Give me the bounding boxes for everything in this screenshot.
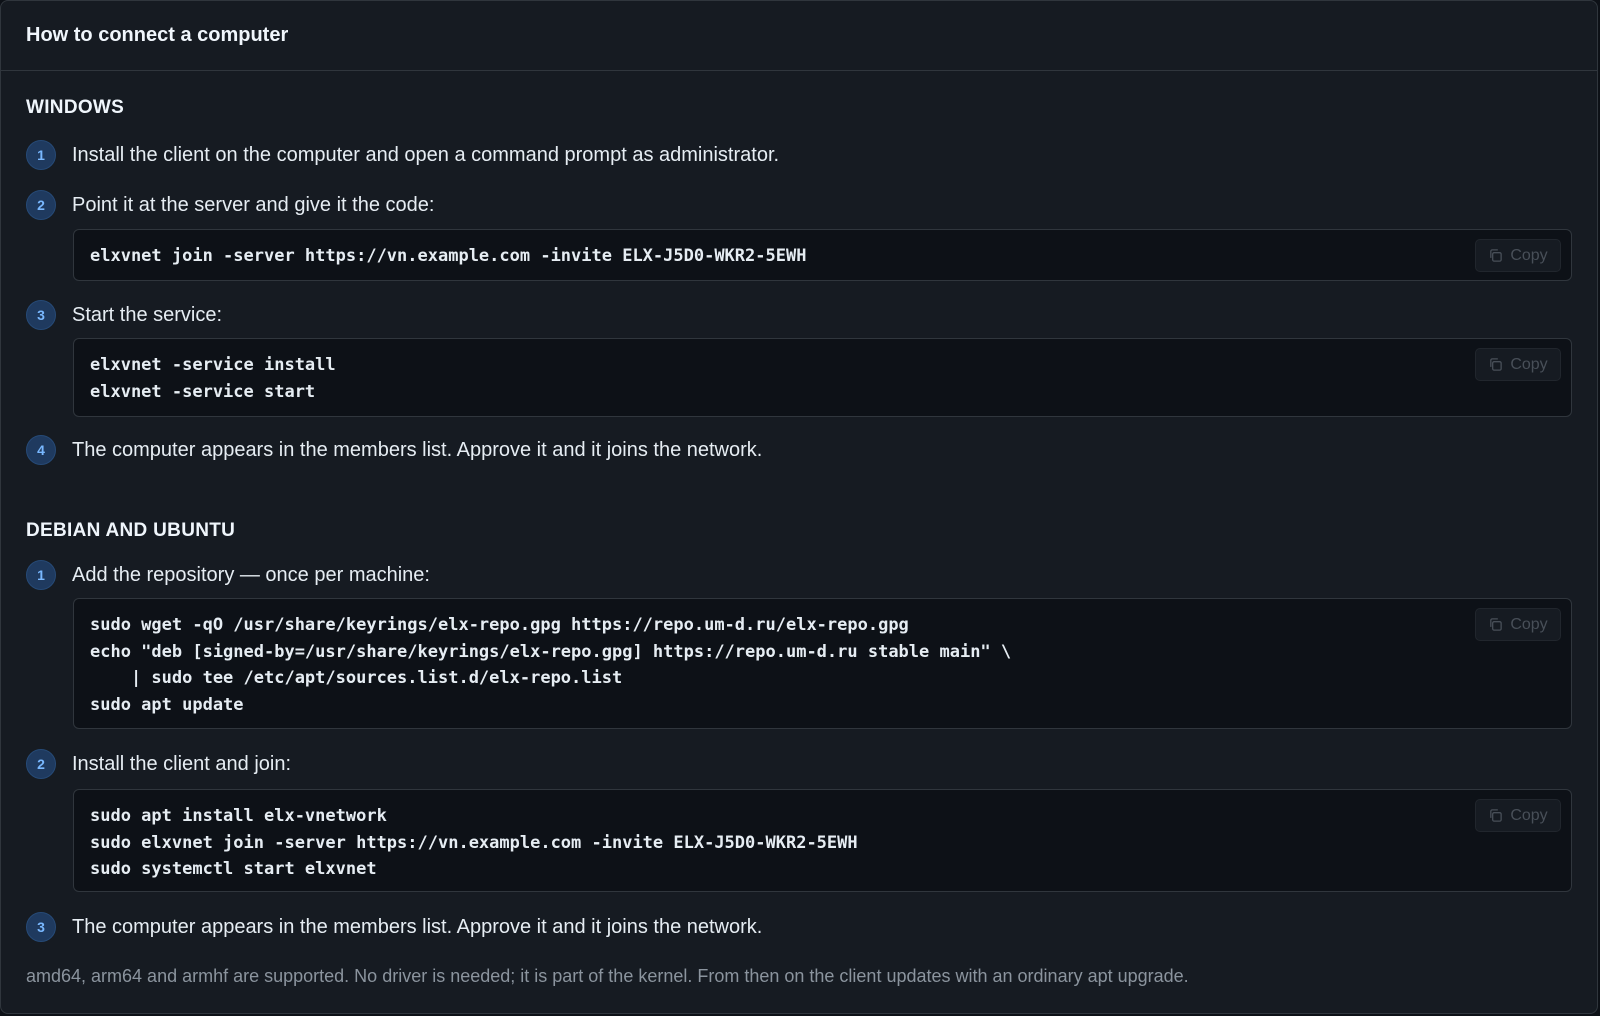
section-heading-debian: DEBIAN AND UBUNTU: [26, 520, 236, 541]
copy-label: Copy: [1510, 806, 1548, 824]
windows-step-1: 1 Install the client on the computer and…: [26, 139, 1572, 171]
code-line[interactable]: sudo apt install elx-vnetwork: [90, 803, 1555, 830]
step-number-badge: 4: [26, 435, 56, 465]
code-line[interactable]: sudo systemctl start elxvnet: [90, 856, 1555, 883]
code-block-repo[interactable]: sudo wget -qO /usr/share/keyrings/elx-re…: [73, 598, 1572, 729]
copy-button[interactable]: Copy: [1475, 608, 1561, 641]
footnote: amd64, arm64 and armhf are supported. No…: [26, 966, 1189, 986]
step-number-badge: 3: [26, 300, 56, 330]
code-block-install[interactable]: sudo apt install elx-vnetwork sudo elxvn…: [73, 789, 1572, 892]
copy-button[interactable]: Copy: [1475, 348, 1561, 381]
code-line[interactable]: elxvnet join -server https://vn.example.…: [90, 243, 1555, 270]
step-number-badge: 3: [26, 912, 56, 942]
code-line[interactable]: sudo apt update: [90, 692, 1555, 719]
code-block-service[interactable]: elxvnet -service install elxvnet -servic…: [73, 338, 1572, 417]
debian-step-1: 1 Add the repository — once per machine:: [26, 559, 1572, 591]
debian-step-2: 2 Install the client and join:: [26, 748, 1572, 780]
copy-icon: [1490, 249, 1503, 262]
copy-icon: [1490, 809, 1503, 822]
step-text: Point it at the server and give it the c…: [72, 193, 435, 216]
windows-step-2: 2 Point it at the server and give it the…: [26, 189, 1572, 221]
copy-button[interactable]: Copy: [1475, 239, 1561, 272]
section-heading-windows: WINDOWS: [26, 97, 125, 118]
windows-step-3: 3 Start the service:: [26, 299, 1572, 331]
copy-label: Copy: [1510, 355, 1548, 373]
copy-icon: [1490, 618, 1503, 631]
copy-icon: [1490, 358, 1503, 371]
code-line[interactable]: echo "deb [signed-by=/usr/share/keyrings…: [90, 639, 1555, 666]
code-line[interactable]: sudo elxvnet join -server https://vn.exa…: [90, 830, 1555, 857]
step-text: Install the client on the computer and o…: [72, 143, 780, 166]
step-number-badge: 2: [26, 749, 56, 779]
step-text: Add the repository — once per machine:: [72, 563, 430, 586]
code-block-join[interactable]: elxvnet join -server https://vn.example.…: [73, 229, 1572, 281]
connect-panel: How to connect a computer WINDOWS 1 Inst…: [0, 0, 1598, 1014]
code-line[interactable]: | sudo tee /etc/apt/sources.list.d/elx-r…: [90, 665, 1555, 692]
panel-title: How to connect a computer: [26, 24, 289, 46]
step-number-badge: 1: [26, 560, 56, 590]
step-text: The computer appears in the members list…: [72, 915, 763, 938]
step-text: Install the client and join:: [72, 752, 292, 775]
step-text: The computer appears in the members list…: [72, 438, 763, 461]
panel-header: How to connect a computer: [1, 1, 1597, 71]
step-number-badge: 2: [26, 190, 56, 220]
code-line[interactable]: elxvnet -service start: [90, 379, 1555, 406]
step-text: Start the service:: [72, 303, 223, 326]
copy-label: Copy: [1510, 246, 1548, 264]
windows-step-4: 4 The computer appears in the members li…: [26, 434, 1572, 466]
copy-label: Copy: [1510, 615, 1548, 633]
code-line[interactable]: elxvnet -service install: [90, 352, 1555, 379]
debian-step-3: 3 The computer appears in the members li…: [26, 911, 1572, 943]
step-number-badge: 1: [26, 140, 56, 170]
code-line[interactable]: sudo wget -qO /usr/share/keyrings/elx-re…: [90, 612, 1555, 639]
copy-button[interactable]: Copy: [1475, 799, 1561, 832]
